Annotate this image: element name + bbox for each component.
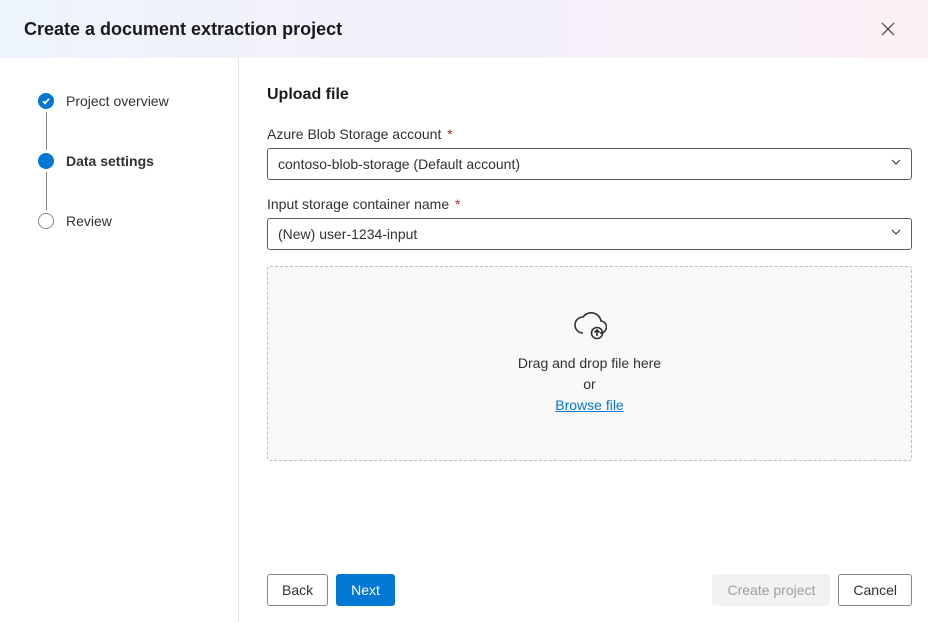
dialog-body: Project overview Data settings Review Up… xyxy=(0,58,928,622)
dialog-title: Create a document extraction project xyxy=(24,19,342,40)
dropzone-text: Drag and drop file here or Browse file xyxy=(518,353,661,416)
required-asterisk: * xyxy=(455,196,460,212)
step-connector xyxy=(46,112,47,150)
field-storage-account: Azure Blob Storage account * contoso-blo… xyxy=(267,126,912,180)
step-label: Data settings xyxy=(66,153,154,169)
step-review[interactable]: Review xyxy=(38,210,222,232)
dialog-footer: Back Next Create project Cancel xyxy=(267,574,912,606)
step-data-settings[interactable]: Data settings xyxy=(38,150,222,172)
step-connector xyxy=(46,172,47,210)
wizard-steps-sidebar: Project overview Data settings Review xyxy=(0,58,239,622)
dialog-header: Create a document extraction project xyxy=(0,0,928,58)
field-container-name: Input storage container name * (New) use… xyxy=(267,196,912,250)
step-label: Review xyxy=(66,213,112,229)
required-asterisk: * xyxy=(447,126,452,142)
create-project-button: Create project xyxy=(712,574,830,606)
step-indicator-completed xyxy=(38,93,54,109)
close-button[interactable] xyxy=(872,13,904,45)
section-title: Upload file xyxy=(267,86,912,104)
container-name-select[interactable]: (New) user-1234-input xyxy=(267,218,912,250)
cloud-upload-icon xyxy=(573,312,607,345)
step-project-overview[interactable]: Project overview xyxy=(38,90,222,112)
label-text: Azure Blob Storage account xyxy=(267,126,441,142)
step-indicator-upcoming xyxy=(38,213,54,229)
browse-file-link[interactable]: Browse file xyxy=(555,397,623,413)
dropzone-line2: or xyxy=(518,374,661,395)
dropzone-line1: Drag and drop file here xyxy=(518,353,661,374)
field-label: Azure Blob Storage account * xyxy=(267,126,912,142)
next-button[interactable]: Next xyxy=(336,574,395,606)
step-indicator-current xyxy=(38,153,54,169)
cancel-button[interactable]: Cancel xyxy=(838,574,912,606)
back-button[interactable]: Back xyxy=(267,574,328,606)
step-label: Project overview xyxy=(66,93,169,109)
field-label: Input storage container name * xyxy=(267,196,912,212)
label-text: Input storage container name xyxy=(267,196,449,212)
storage-account-select[interactable]: contoso-blob-storage (Default account) xyxy=(267,148,912,180)
close-icon xyxy=(881,22,895,36)
checkmark-icon xyxy=(41,96,51,106)
content-panel: Upload file Azure Blob Storage account *… xyxy=(239,58,928,622)
file-dropzone[interactable]: Drag and drop file here or Browse file xyxy=(267,266,912,461)
